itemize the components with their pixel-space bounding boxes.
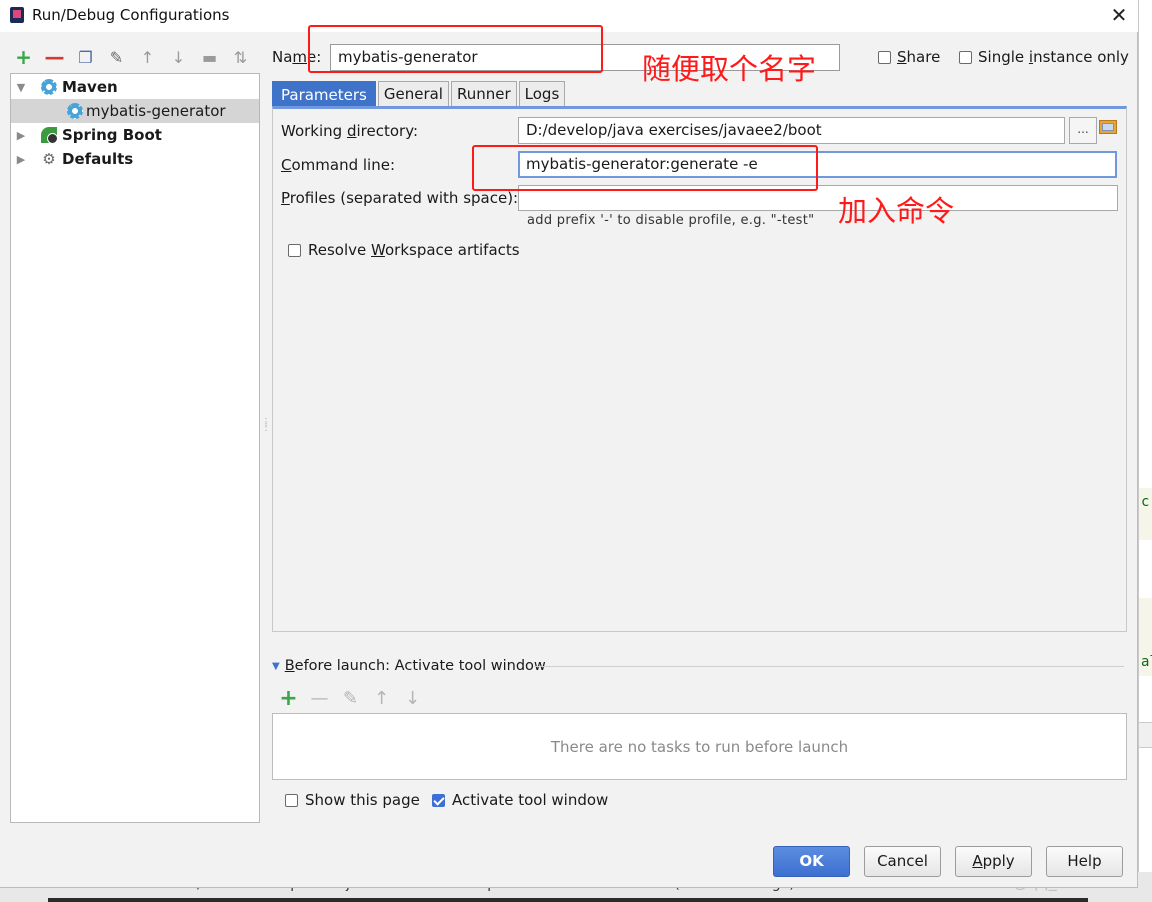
before-launch-toolbar: + — ✎ ↑ ↓	[276, 686, 425, 711]
name-annotation-text: 随便取个名字	[642, 52, 817, 86]
tree-item-label: Defaults	[62, 150, 134, 168]
move-down-icon[interactable]: ↓	[165, 44, 192, 70]
name-annotation-box	[308, 25, 603, 73]
tree-item-label: mybatis-generator	[86, 102, 226, 120]
folder-icon[interactable]: ▬	[196, 44, 223, 70]
collapsed-arrow-icon[interactable]: ▶	[15, 153, 27, 166]
collapsed-arrow-icon[interactable]: ▶	[15, 129, 27, 142]
working-directory-label: Working directory:	[281, 122, 419, 140]
share-checkbox[interactable]: Share	[878, 48, 940, 66]
before-launch-task-list[interactable]: There are no tasks to run before launch	[272, 713, 1127, 780]
show-this-page-checkbox-box[interactable]	[285, 793, 298, 807]
tree-item-label: Maven	[62, 78, 118, 96]
move-task-down-icon[interactable]: ↓	[400, 686, 425, 710]
maven-gear-icon	[41, 79, 57, 95]
share-checkbox-box[interactable]	[878, 50, 891, 64]
intellij-icon	[10, 7, 24, 23]
help-button[interactable]: Help	[1046, 846, 1123, 877]
add-task-icon[interactable]: +	[276, 686, 301, 711]
expanded-arrow-icon[interactable]: ▼	[15, 81, 27, 94]
maven-gear-icon	[67, 103, 83, 119]
show-this-page-checkbox[interactable]: Show this page	[285, 791, 420, 809]
move-up-icon[interactable]: ↑	[134, 44, 161, 70]
tab-parameters[interactable]: Parameters	[272, 81, 376, 107]
working-directory-input[interactable]: D:/develop/java exercises/javaee2/boot	[518, 117, 1065, 144]
module-folder-icon[interactable]	[1099, 118, 1118, 135]
edit-task-icon[interactable]: ✎	[338, 686, 363, 710]
remove-task-icon[interactable]: —	[307, 686, 332, 710]
tree-item-defaults[interactable]: ▶ ⚙ Defaults	[11, 147, 259, 171]
browse-button[interactable]: ...	[1069, 117, 1097, 144]
cancel-button[interactable]: Cancel	[864, 846, 941, 877]
resolve-workspace-checkbox-box[interactable]	[288, 243, 301, 257]
activate-tool-window-checkbox-box[interactable]	[432, 793, 445, 807]
spring-boot-icon	[41, 127, 58, 144]
tab-logs[interactable]: Logs	[518, 81, 566, 106]
ok-button[interactable]: OK	[773, 846, 850, 877]
move-task-up-icon[interactable]: ↑	[369, 686, 394, 710]
tree-item-spring-boot[interactable]: ▶ Spring Boot	[11, 123, 259, 147]
command-annotation-box	[472, 145, 818, 191]
single-instance-checkbox-box[interactable]	[959, 50, 972, 64]
profiles-label: Profiles (separated with space):	[281, 189, 519, 207]
collapse-triangle-icon[interactable]: ▼	[272, 661, 280, 672]
profiles-hint: add prefix '-' to disable profile, e.g. …	[527, 213, 815, 228]
tree-item-label: Spring Boot	[62, 126, 162, 144]
command-annotation-text: 加入命令	[838, 194, 955, 228]
close-icon[interactable]: ✕	[1106, 2, 1132, 28]
config-toolbar: + — ❐ ✎ ↑ ↓ ▬ ⇅	[10, 44, 254, 70]
tree-item-maven[interactable]: ▼ Maven	[11, 75, 259, 99]
activate-tool-window-checkbox[interactable]: Activate tool window	[432, 791, 608, 809]
tab-runner[interactable]: Runner	[450, 81, 517, 106]
splitter-handle[interactable]: ⋮ ⋮	[261, 418, 271, 442]
wrench-icon: ⚙	[42, 150, 56, 168]
background-code-1: c,	[1141, 494, 1152, 510]
tab-general[interactable]: General	[377, 81, 449, 106]
background-code-2: al	[1141, 654, 1152, 670]
resolve-workspace-checkbox[interactable]: Resolve Workspace artifacts	[288, 241, 520, 259]
single-instance-checkbox[interactable]: Single instance only	[959, 48, 1129, 66]
add-icon[interactable]: +	[10, 44, 37, 70]
copy-icon[interactable]: ❐	[72, 44, 99, 70]
tree-item-mybatis-generator[interactable]: mybatis-generator	[11, 99, 259, 123]
section-divider	[534, 666, 1124, 667]
before-launch-toggle[interactable]: ▼ Before launch: Activate tool window	[272, 658, 546, 674]
window-title: Run/Debug Configurations	[32, 6, 230, 24]
command-line-label: Command line:	[281, 156, 395, 174]
run-debug-dialog: Run/Debug Configurations ✕ + — ❐ ✎ ↑ ↓ ▬…	[0, 0, 1138, 888]
apply-button[interactable]: Apply	[955, 846, 1032, 877]
remove-icon[interactable]: —	[41, 44, 68, 70]
empty-tasks-text: There are no tasks to run before launch	[550, 737, 849, 756]
sort-icon[interactable]: ⇅	[227, 44, 254, 70]
config-tree: ▼ Maven mybatis-generator ▶ Spring Boot …	[10, 73, 260, 823]
config-tabs: Parameters General Runner Logs	[272, 81, 567, 107]
background-editor: c, al	[1138, 0, 1152, 902]
edit-defaults-icon[interactable]: ✎	[103, 44, 130, 70]
